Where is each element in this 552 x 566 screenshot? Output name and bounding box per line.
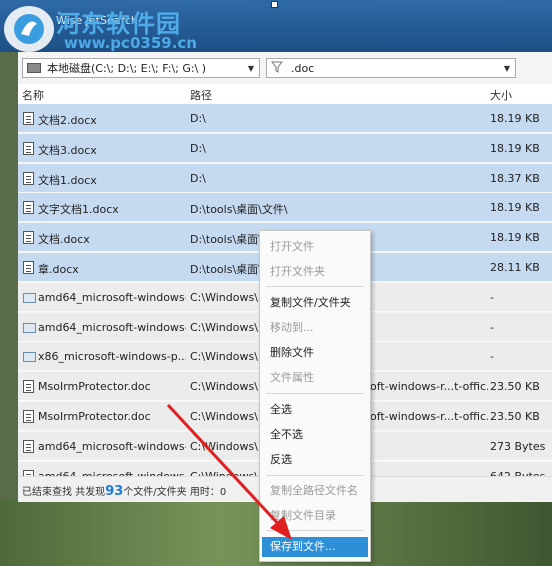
row-name: amd64_microsoft-windows-s... [38, 320, 186, 334]
row-path-tail: oft-windows-r...t-offic... [370, 410, 488, 423]
menu-select-all[interactable]: 全选 [262, 400, 368, 420]
drive-value: 本地磁盘(C:\; D:\; E:\; F:\; G:\ ) [47, 62, 207, 75]
row-size: 273 Bytes [490, 439, 546, 453]
row-name: 文档3.docx [38, 143, 97, 157]
row-path-tail: oft-windows-r...t-offic... [370, 380, 488, 394]
row-name: amd64_microsoft-windows-p... [38, 290, 186, 304]
row-size: 18.19 KB [490, 201, 540, 215]
row-size: 18.19 KB [490, 231, 540, 245]
file-icon [23, 201, 34, 215]
column-size[interactable]: 大小 [490, 87, 512, 103]
row-size: - [490, 290, 494, 304]
status-count: 93 [105, 484, 124, 499]
row-name: 文档1.docx [38, 173, 97, 187]
menu-separator [266, 475, 364, 476]
row-size: 18.37 KB [490, 171, 540, 185]
folder-icon [23, 352, 36, 363]
table-row[interactable]: 文档1.docx D:\ 18.37 KB [18, 163, 552, 193]
row-size: 28.11 KB [490, 261, 540, 274]
row-name: x86_microsoft-windows-p...do [38, 350, 186, 364]
row-size: - [490, 320, 494, 334]
resize-handle[interactable] [271, 1, 278, 8]
row-name: MsoIrmProtector.doc [38, 410, 151, 423]
menu-copy-directory[interactable]: 复制文件目录 [262, 506, 368, 526]
row-size: 18.19 KB [490, 112, 540, 125]
column-name[interactable]: 名称 [22, 87, 44, 103]
menu-separator [266, 393, 364, 394]
results-header: 名称 路径 大小 [18, 84, 552, 105]
file-icon [23, 112, 34, 125]
menu-open-folder[interactable]: 打开文件夹 [262, 262, 368, 282]
row-name: MsoIrmProtector.doc [38, 380, 151, 394]
menu-open-file[interactable]: 打开文件 [262, 237, 368, 257]
status-time: 0 [219, 487, 227, 498]
menu-copy-file[interactable]: 复制文件/文件夹 [262, 293, 368, 313]
row-size: 18.19 KB [490, 141, 540, 155]
row-size: 23.50 KB [490, 410, 540, 423]
menu-select-none[interactable]: 全不选 [262, 425, 368, 445]
table-row[interactable]: 文档2.docx D:\ 18.19 KB [18, 104, 552, 133]
row-name: amd64_microsoft-windows-... [38, 439, 186, 453]
menu-move-to[interactable]: 移动到... [262, 318, 368, 338]
filter-dropdown[interactable]: .doc ▼ [266, 58, 516, 78]
folder-icon [23, 292, 36, 303]
chevron-down-icon[interactable]: ▼ [499, 64, 515, 73]
row-size: - [490, 350, 494, 364]
menu-invert-selection[interactable]: 反选 [262, 450, 368, 470]
file-icon [23, 171, 34, 185]
folder-icon [23, 322, 36, 333]
row-path: D:\tools\桌面\文件\ [190, 203, 288, 217]
row-path: D:\ [190, 141, 206, 155]
row-path: D:\ [190, 112, 206, 125]
watermark-url: www.pc0359.cn [64, 34, 197, 52]
file-icon [23, 439, 34, 453]
chevron-down-icon[interactable]: ▼ [243, 64, 259, 73]
menu-separator [266, 286, 364, 287]
row-name: 章.docx [38, 263, 79, 276]
table-row[interactable]: 文档3.docx D:\ 18.19 KB [18, 133, 552, 163]
status-prefix: 已结束查找 共发现 [22, 487, 106, 498]
table-row[interactable]: 文字文档1.docx D:\tools\桌面\文件\ 18.19 KB [18, 193, 552, 223]
drive-dropdown[interactable]: 本地磁盘(C:\; D:\; E:\; F:\; G:\ ) ▼ [22, 58, 260, 78]
search-toolbar: 本地磁盘(C:\; D:\; E:\; F:\; G:\ ) ▼ .doc ▼ [18, 52, 552, 82]
file-icon [23, 261, 34, 274]
menu-save-to-file[interactable]: 保存到文件... [262, 537, 368, 557]
menu-copy-full-path[interactable]: 复制全路径文件名 [262, 481, 368, 501]
column-path[interactable]: 路径 [190, 87, 212, 103]
menu-separator [266, 530, 364, 531]
filter-icon [270, 61, 285, 76]
drive-icon [27, 63, 41, 73]
file-icon [23, 231, 34, 245]
row-size: 23.50 KB [490, 380, 540, 394]
file-icon [23, 141, 34, 155]
row-path: D:\ [190, 171, 206, 185]
context-menu: 打开文件 打开文件夹 复制文件/文件夹 移动到... 删除文件 文件属性 全选 … [259, 230, 371, 562]
file-icon [23, 380, 34, 394]
menu-file-properties[interactable]: 文件属性 [262, 368, 368, 388]
file-icon [23, 410, 34, 423]
row-name: 文档.docx [38, 233, 90, 247]
filter-value: .doc [291, 61, 315, 75]
status-text: 已结束查找 共发现93个文件/文件夹 用时：0 [22, 483, 226, 499]
watermark-logo-icon [4, 6, 54, 52]
menu-delete-file[interactable]: 删除文件 [262, 343, 368, 363]
row-name: 文字文档1.docx [38, 203, 119, 217]
row-name: 文档2.docx [38, 114, 97, 127]
status-suffix: 个文件/文件夹 用时： [123, 487, 220, 498]
